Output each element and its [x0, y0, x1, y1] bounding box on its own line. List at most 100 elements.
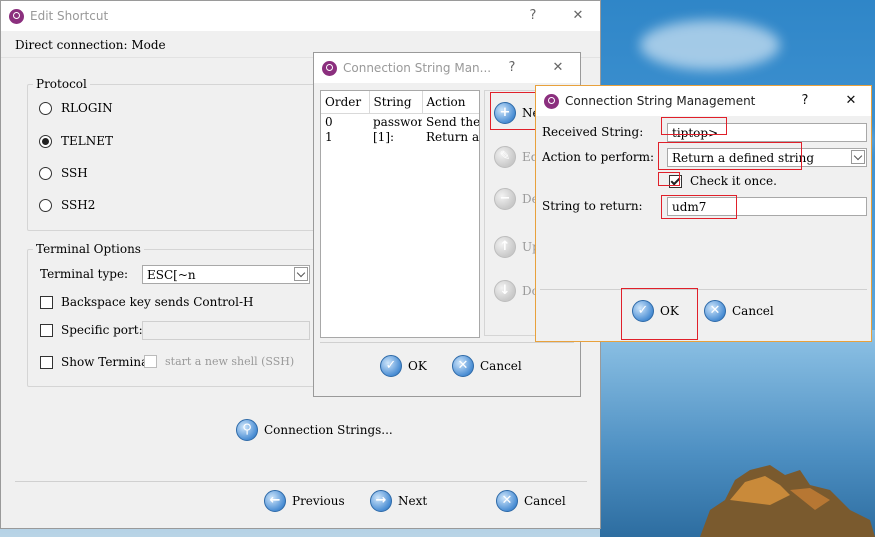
- checkmark-icon: ✓: [380, 355, 402, 377]
- radio-label: SSH2: [61, 198, 96, 212]
- checkbox-indicator: [40, 295, 53, 309]
- highlight-string-to-return: [661, 195, 737, 219]
- next-button[interactable]: → Next: [370, 490, 427, 512]
- show-terminal-checkbox[interactable]: Show Terminal: [40, 355, 152, 369]
- button-label: Cancel: [732, 304, 774, 318]
- cancel-button[interactable]: ✕ Cancel: [704, 300, 774, 322]
- button-label: Next: [398, 494, 428, 508]
- radio-indicator: [39, 101, 52, 115]
- connection-strings-button[interactable]: ⚲ Connection Strings...: [236, 419, 393, 441]
- radio-ssh2[interactable]: SSH2: [39, 198, 95, 212]
- radio-telnet[interactable]: TELNET: [39, 134, 113, 148]
- arrow-right-icon: →: [370, 490, 392, 512]
- move-down-button[interactable]: ↓ Do: [494, 280, 539, 302]
- radio-label: TELNET: [61, 134, 113, 148]
- cancel-x-icon: ✕: [704, 300, 726, 322]
- check-once-checkbox[interactable]: Check it once.: [669, 174, 777, 188]
- radio-indicator: [39, 198, 52, 212]
- ok-button[interactable]: ✓ OK: [380, 355, 427, 377]
- cancel-button[interactable]: ✕ Cancel: [496, 490, 566, 512]
- radio-label: SSH: [61, 166, 88, 180]
- button-label: Previous: [292, 494, 345, 508]
- app-icon: [322, 60, 337, 76]
- previous-button[interactable]: ← Previous: [264, 490, 345, 512]
- connection-status: Direct connection: Mode: [15, 38, 166, 52]
- window-title: Edit Shortcut: [30, 9, 109, 23]
- window-title: Connection String Man...: [343, 61, 492, 75]
- chevron-down-icon[interactable]: [851, 150, 865, 164]
- column-header-order[interactable]: Order: [321, 91, 370, 114]
- csm-list-titlebar: Connection String Man... ? ✕: [314, 53, 580, 83]
- checkbox-label: start a new shell (SSH): [165, 355, 295, 368]
- close-button[interactable]: ✕: [839, 90, 863, 112]
- delete-button[interactable]: − De: [494, 188, 539, 210]
- action-label: Action to perform:: [542, 150, 655, 164]
- table-row[interactable]: 0 password: Send the...: [321, 114, 479, 130]
- checkbox-label: Check it once.: [690, 174, 777, 188]
- cell-action: Send the...: [426, 114, 479, 129]
- column-header-string[interactable]: String: [369, 91, 423, 114]
- cell-string: password:: [373, 114, 422, 129]
- terminal-type-combo[interactable]: ESC[~n: [142, 265, 310, 284]
- help-button[interactable]: ?: [500, 57, 524, 79]
- cell-order: 1: [325, 129, 333, 144]
- checkbox-label: Specific port:: [61, 323, 143, 337]
- checkbox-indicator: [144, 355, 157, 368]
- edit-button[interactable]: ✎ Ed: [494, 146, 538, 168]
- terminal-type-label: Terminal type:: [40, 267, 129, 281]
- radio-indicator: [39, 166, 52, 180]
- highlight-check-once: [658, 172, 680, 186]
- highlight-ok-button: [621, 288, 698, 340]
- highlight-received-string: [661, 117, 727, 135]
- string-to-return-label: String to return:: [542, 199, 643, 213]
- button-label: OK: [408, 359, 427, 373]
- edit-shortcut-titlebar: Edit Shortcut ? ✕: [1, 1, 600, 31]
- cell-order: 0: [325, 114, 333, 129]
- arrow-left-icon: ←: [264, 490, 286, 512]
- edit-icon: ✎: [494, 146, 516, 168]
- radio-rlogin[interactable]: RLOGIN: [39, 101, 113, 115]
- specific-port-input[interactable]: [142, 321, 310, 340]
- checkbox-label: Show Terminal: [61, 355, 153, 369]
- specific-port-checkbox[interactable]: Specific port:: [40, 323, 143, 337]
- arrow-down-icon: ↓: [494, 280, 516, 302]
- app-icon: [9, 8, 24, 24]
- connection-strings-table[interactable]: Order String Action 0 password: Send the…: [320, 90, 480, 338]
- cancel-x-icon: ✕: [496, 490, 518, 512]
- radio-ssh[interactable]: SSH: [39, 166, 88, 180]
- cancel-x-icon: ✕: [452, 355, 474, 377]
- button-label: Cancel: [480, 359, 522, 373]
- table-row[interactable]: 1 [1]: Return a...: [321, 129, 479, 144]
- column-header-action[interactable]: Action: [422, 91, 479, 114]
- window-title: Connection String Management: [565, 94, 756, 108]
- received-string-label: Received String:: [542, 125, 644, 139]
- help-button[interactable]: ?: [521, 5, 545, 27]
- checkbox-indicator: [40, 355, 53, 369]
- connection-icon: ⚲: [236, 419, 258, 441]
- close-button[interactable]: ✕: [546, 57, 570, 79]
- cell-string: [1]:: [373, 129, 395, 144]
- new-shell-checkbox[interactable]: start a new shell (SSH): [144, 355, 294, 368]
- move-up-button[interactable]: ↑ Up: [494, 236, 540, 258]
- backspace-checkbox[interactable]: Backspace key sends Control-H: [40, 295, 253, 309]
- radio-label: RLOGIN: [61, 101, 113, 115]
- radio-indicator-selected: [39, 134, 52, 148]
- highlight-action: [658, 142, 802, 170]
- button-label: Cancel: [524, 494, 566, 508]
- arrow-up-icon: ↑: [494, 236, 516, 258]
- minus-icon: −: [494, 188, 516, 210]
- highlight-new-button: [490, 92, 540, 130]
- protocol-group-label: Protocol: [33, 77, 90, 91]
- checkbox-label: Backspace key sends Control-H: [61, 295, 254, 309]
- terminal-options-label: Terminal Options: [33, 242, 144, 256]
- terminal-type-value: ESC[~n: [147, 268, 196, 282]
- help-button[interactable]: ?: [793, 90, 817, 112]
- csm-edit-titlebar: Connection String Management ? ✕: [536, 86, 871, 116]
- cancel-button[interactable]: ✕ Cancel: [452, 355, 522, 377]
- button-label: Connection Strings...: [264, 423, 393, 437]
- app-icon: [544, 93, 559, 109]
- chevron-down-icon[interactable]: [294, 267, 308, 281]
- cell-action: Return a...: [426, 129, 479, 144]
- checkbox-indicator: [40, 323, 53, 337]
- close-button[interactable]: ✕: [566, 5, 590, 27]
